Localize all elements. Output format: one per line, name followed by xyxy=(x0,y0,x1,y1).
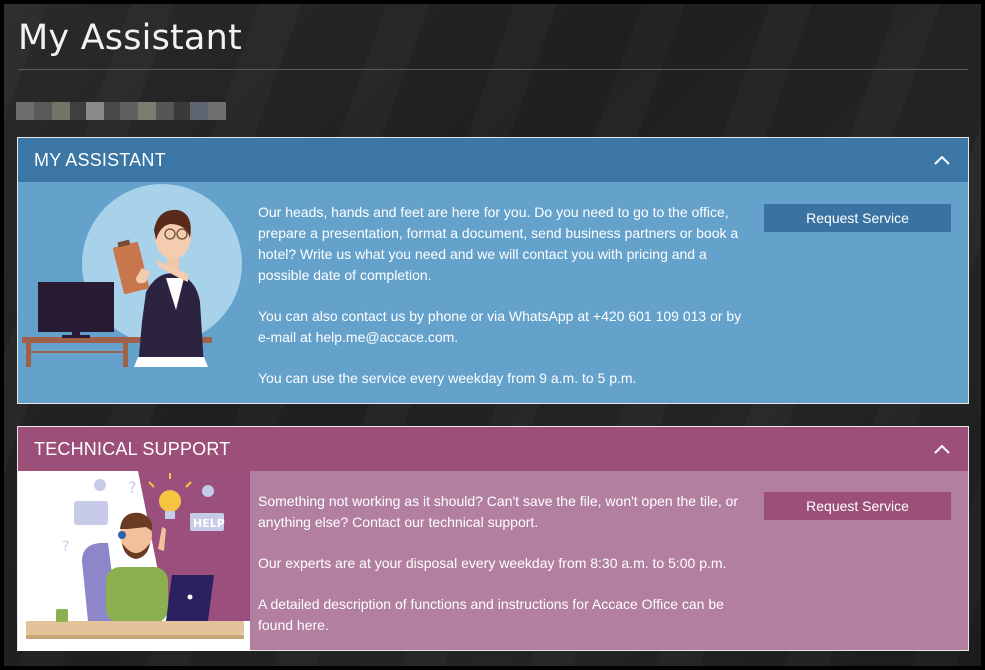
support-panel: TECHNICAL SUPPORT ? ? HELP Something not… xyxy=(17,426,969,651)
help-sign-label: HELP xyxy=(193,517,225,530)
assistant-panel: MY ASSISTANT Our heads, hands and feet a… xyxy=(17,137,969,404)
assistant-panel-text: Our heads, hands and feet are here for y… xyxy=(258,202,748,409)
assistant-panel-body: Our heads, hands and feet are here for y… xyxy=(18,182,968,403)
support-request-service-button[interactable]: Request Service xyxy=(764,492,951,520)
support-paragraph: A detailed description of functions and … xyxy=(258,596,724,633)
app-frame: My Assistant MY ASSISTANT Our heads, han… xyxy=(0,0,985,670)
assistant-illustration-icon xyxy=(22,184,242,367)
support-illustration-icon: ? ? HELP xyxy=(18,471,250,651)
support-panel-text: Something not working as it should? Can'… xyxy=(258,491,748,656)
support-paragraph: Our experts are at your disposal every w… xyxy=(258,555,727,571)
chevron-up-icon[interactable] xyxy=(932,439,952,459)
support-panel-title: TECHNICAL SUPPORT xyxy=(34,438,231,459)
assistant-panel-header[interactable]: MY ASSISTANT xyxy=(18,138,968,182)
blurred-user-info xyxy=(16,102,226,120)
title-divider xyxy=(18,69,968,70)
page-title: My Assistant xyxy=(18,18,242,58)
assistant-paragraph: You can also contact us by phone or via … xyxy=(258,308,742,345)
assistant-panel-title: MY ASSISTANT xyxy=(34,149,166,170)
svg-text:?: ? xyxy=(62,539,69,555)
support-paragraph: Something not working as it should? Can'… xyxy=(258,493,739,530)
assistant-paragraph: Our heads, hands and feet are here for y… xyxy=(258,204,739,283)
support-panel-body: ? ? HELP Something not working as it sho… xyxy=(18,471,968,651)
assistant-paragraph: You can use the service every weekday fr… xyxy=(258,370,637,386)
assistant-request-service-button[interactable]: Request Service xyxy=(764,204,951,232)
chevron-up-icon[interactable] xyxy=(932,150,952,170)
svg-text:?: ? xyxy=(128,478,137,497)
support-panel-header[interactable]: TECHNICAL SUPPORT xyxy=(18,427,968,471)
